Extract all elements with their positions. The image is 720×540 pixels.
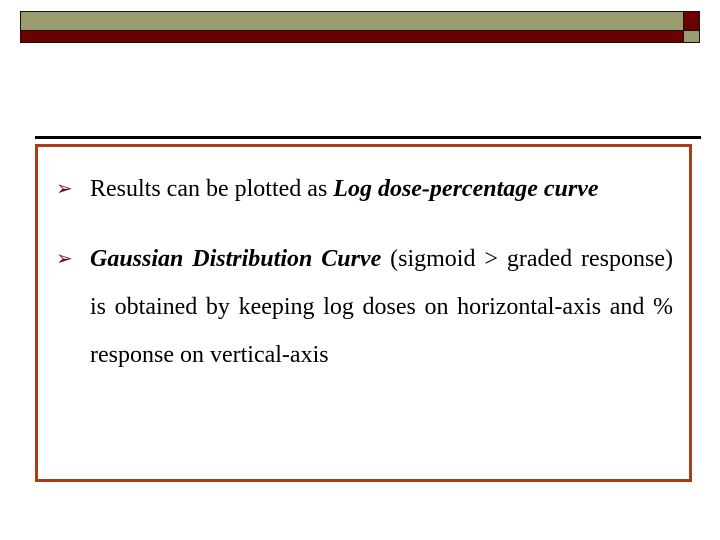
arrow-bullet-icon: ➢ [56,248,73,270]
bullet-list: ➢ Results can be plotted as Log dose-per… [38,147,689,379]
slide-header-bar [20,11,700,43]
bullet-segment-normal: Results can be plotted as [90,176,334,202]
list-item: ➢ Results can be plotted as Log dose-per… [48,165,673,213]
bullet-segment-emphasis: Gaussian Distribution Curve [90,246,382,272]
slide-content-box: ➢ Results can be plotted as Log dose-per… [35,144,692,482]
slide-title-area [35,50,700,132]
checker-cell-khaki [684,31,699,42]
list-item: ➢ Gaussian Distribution Curve (sigmoid >… [48,235,673,379]
bullet-text-log-dose-percentage-curve: Results can be plotted as Log dose-perce… [90,165,673,213]
bullet-text-gaussian-distribution-curve: Gaussian Distribution Curve (sigmoid > g… [90,235,673,379]
arrow-bullet-icon: ➢ [56,178,73,200]
header-bar-khaki-band [21,12,683,31]
title-divider-rule [35,136,701,139]
header-bar-checker-block [684,11,700,43]
header-bar-main [20,11,684,43]
checker-cell-maroon [684,12,699,31]
bullet-segment-emphasis: Log dose-percentage curve [333,176,599,202]
header-bar-maroon-band [21,31,683,42]
